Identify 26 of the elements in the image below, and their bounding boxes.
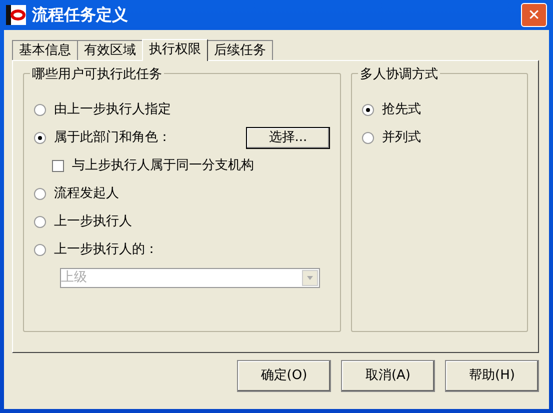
checkbox-label: 与上步执行人属于同一分支机构 <box>72 157 254 176</box>
radio-button[interactable] <box>362 132 374 144</box>
radio-button[interactable] <box>34 132 46 144</box>
close-button[interactable]: ✕ <box>521 3 547 27</box>
option-label: 流程发起人 <box>54 185 119 204</box>
dialog-button[interactable]: 确定(O) <box>237 360 331 392</box>
radio-button[interactable] <box>34 188 46 200</box>
select-button[interactable]: 选择... <box>246 127 330 149</box>
dialog-button[interactable]: 取消(A) <box>341 360 435 392</box>
option-label: 属于此部门和角色： <box>54 129 171 148</box>
option-label: 抢先式 <box>382 101 421 120</box>
option-label: 上一步执行人 <box>54 213 132 232</box>
radio-button[interactable] <box>34 216 46 228</box>
checkbox[interactable] <box>52 160 64 172</box>
dialog-button[interactable]: 帮助(H) <box>445 360 539 392</box>
radio-button[interactable] <box>34 104 46 116</box>
tab[interactable]: 基本信息 <box>12 40 78 60</box>
app-icon <box>6 5 26 25</box>
radio-button[interactable] <box>362 104 374 116</box>
option-label: 由上一步执行人指定 <box>54 101 171 120</box>
window-title: 流程任务定义 <box>32 4 128 26</box>
option-label: 并列式 <box>382 129 421 148</box>
option-label: 上一步执行人的： <box>54 241 158 260</box>
tab[interactable]: 执行权限 <box>142 39 208 61</box>
tab[interactable]: 后续任务 <box>207 40 273 60</box>
radio-button[interactable] <box>34 244 46 256</box>
